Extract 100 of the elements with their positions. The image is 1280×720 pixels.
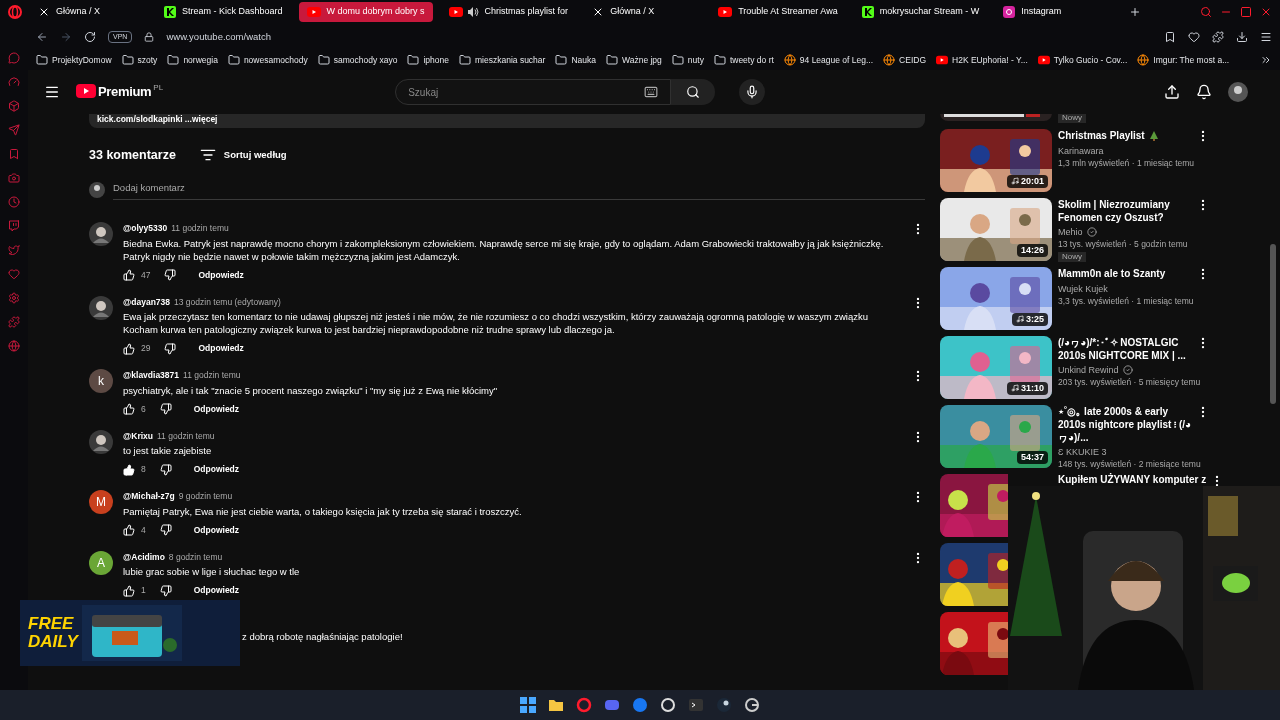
maximize-icon[interactable] (1240, 6, 1252, 18)
search-icon[interactable] (1200, 6, 1212, 18)
terminal-icon[interactable] (688, 697, 704, 713)
search-button[interactable] (671, 79, 716, 105)
speaker-icon[interactable] (466, 6, 479, 18)
video-title[interactable]: ⋆˚◎｡ late 2000s & early 2010s nightcore playlist ፧ (/◕ヮ◕)/... (1058, 405, 1192, 444)
bookmark-icon[interactable] (1164, 31, 1176, 43)
sidebar-app-icon[interactable] (8, 244, 20, 256)
bookmark-item[interactable]: nuty (671, 53, 704, 67)
notifications-icon[interactable] (1196, 84, 1212, 100)
channel-name[interactable]: Karinawara (1058, 145, 1104, 157)
browser-logo-icon[interactable] (8, 5, 22, 19)
dislike-icon[interactable] (159, 524, 172, 537)
sidebar-app-icon[interactable] (8, 76, 20, 88)
close-icon[interactable] (1260, 6, 1272, 18)
bookmark-item[interactable]: samochody xayo (317, 53, 398, 67)
channel-name[interactable]: Unkind Rewind (1058, 364, 1119, 376)
bookmark-item[interactable]: iphone (407, 53, 449, 67)
sidebar-app-icon[interactable] (8, 292, 20, 304)
sidebar-app-icon[interactable] (8, 340, 20, 352)
reply-button[interactable]: Odpowiedz (193, 523, 240, 537)
add-comment-field[interactable]: Dodaj komentarz (113, 180, 925, 200)
profile-avatar[interactable] (1228, 82, 1248, 102)
search-field[interactable]: Szukaj (395, 79, 672, 105)
browser-tab[interactable]: Główna / X (584, 2, 703, 22)
comment-time[interactable]: 11 godzin temu (171, 222, 229, 235)
chat-app-icon[interactable] (604, 697, 620, 713)
bookmark-item[interactable]: mieszkania suchar (459, 53, 546, 67)
reply-button[interactable]: Odpowiedz (193, 402, 240, 416)
bookmark-item[interactable]: szoty (121, 53, 158, 67)
sidebar-app-icon[interactable] (8, 220, 20, 232)
steam-icon[interactable] (716, 697, 732, 713)
browser-tab[interactable]: Trouble At Streamer Awa (710, 2, 846, 22)
keyboard-icon[interactable] (644, 85, 659, 99)
dislike-icon[interactable] (164, 269, 177, 282)
bookmark-item[interactable]: nowesamochody (227, 53, 308, 67)
bookmark-item[interactable]: Nauka (555, 53, 596, 67)
bookmark-item[interactable]: H2K EUphoria! - Y... (936, 53, 1028, 67)
menu-icon[interactable] (44, 84, 60, 100)
new-tab-icon[interactable] (1129, 6, 1142, 18)
avatar[interactable] (89, 222, 113, 246)
video-title[interactable]: Skolim | Niezrozumiany Fenomen czy Oszust? (1058, 198, 1192, 224)
bookmark-item[interactable]: Tylko Gucio - Cov... (1037, 53, 1128, 67)
windows-start-icon[interactable] (520, 697, 536, 713)
like-icon[interactable] (123, 269, 135, 282)
description-box[interactable]: kick.com/slodkapinki ...więcej (89, 114, 925, 128)
sidebar-app-icon[interactable] (8, 172, 20, 184)
avatar[interactable] (89, 429, 113, 454)
address-field[interactable]: www.youtube.com/watch (166, 29, 1152, 45)
reply-button[interactable]: Odpowiedz (193, 584, 240, 597)
sidebar-app-icon[interactable] (8, 100, 20, 112)
menu-icon[interactable] (1260, 31, 1272, 43)
dislike-icon[interactable] (159, 463, 172, 476)
browser-tab[interactable]: mokrysuchar Stream - W (853, 2, 988, 22)
more-bookmarks-icon[interactable] (1260, 54, 1272, 66)
comment-time[interactable]: 11 godzin temu (157, 429, 215, 443)
dislike-icon[interactable] (159, 403, 172, 416)
app-icon[interactable] (660, 697, 676, 713)
like-icon[interactable] (123, 403, 135, 416)
comment-author[interactable]: @Michał-z7g (123, 490, 175, 503)
bookmark-item[interactable]: Imgur: The most a... (1137, 53, 1230, 67)
bookmark-item[interactable]: tweety do rt (713, 53, 774, 67)
bookmark-item[interactable]: CEIDG (883, 53, 926, 67)
video-title[interactable]: Mamm0n ale to Szanty (1058, 267, 1192, 280)
reply-button[interactable]: Odpowiedz (198, 342, 244, 355)
browser-tab[interactable]: Christmas playlist for (440, 2, 577, 22)
avatar[interactable]: k (89, 369, 113, 393)
avatar[interactable]: M (89, 490, 113, 514)
dislike-icon[interactable] (159, 584, 172, 597)
avatar[interactable] (89, 295, 113, 320)
sidebar-app-icon[interactable] (8, 268, 20, 280)
dislike-icon[interactable] (164, 342, 177, 355)
reload-icon[interactable] (84, 31, 96, 43)
like-icon[interactable] (123, 463, 135, 476)
browser-tab[interactable]: W domu dobrym dobry s (298, 2, 433, 22)
comment-time[interactable]: 9 godzin temu (178, 490, 233, 503)
app-icon[interactable] (744, 697, 760, 713)
sidebar-app-icon[interactable] (8, 124, 20, 136)
browser-taskbar-icon[interactable] (576, 697, 592, 713)
sidebar-app-icon[interactable] (8, 148, 20, 160)
bookmark-item[interactable]: 94 League of Leg... (783, 53, 874, 67)
comment-time[interactable]: 13 godzin temu (edytowany) (174, 295, 281, 309)
sidebar-app-icon[interactable] (8, 52, 20, 64)
browser-tab[interactable]: Stream - Kick Dashboard (156, 2, 291, 22)
file-explorer-icon[interactable] (548, 697, 564, 713)
comment-time[interactable]: 8 godzin temu (168, 550, 223, 564)
sort-button[interactable]: Sortuj według (199, 147, 287, 164)
channel-name[interactable]: Wujek Kujek (1058, 283, 1108, 295)
comment-author[interactable]: @Krixu (123, 429, 153, 443)
comment-author[interactable]: @klavdia3871 (123, 369, 180, 382)
mic-button[interactable] (739, 79, 766, 105)
comment-author[interactable]: @olyy5330 (123, 222, 168, 235)
video-title[interactable]: (/◕ヮ◕)/*:･ﾟ✧ NOSTALGIC 2010s NIGHTCORE MIX | ... (1058, 336, 1192, 362)
scrollbar[interactable] (1270, 244, 1276, 404)
comment-author[interactable]: @dayan738 (123, 295, 171, 309)
reply-button[interactable]: Odpowiedz (198, 268, 244, 282)
comment-author[interactable]: @Acidimo (123, 550, 165, 564)
video-title[interactable]: Kupiłem UŻYWANY komputer z (1058, 474, 1207, 486)
extensions-icon[interactable] (1212, 31, 1224, 43)
bookmark-item[interactable]: Ważne jpg (605, 53, 662, 67)
